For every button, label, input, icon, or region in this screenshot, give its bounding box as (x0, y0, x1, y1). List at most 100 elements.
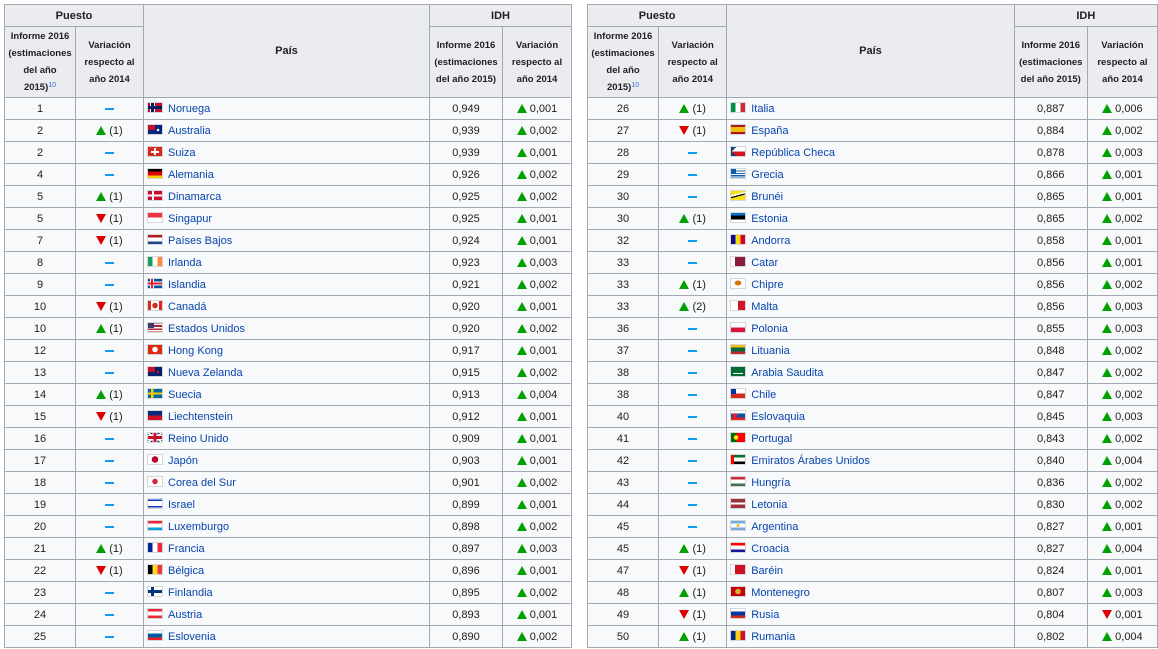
flag-cz-icon[interactable] (730, 146, 747, 157)
flag-lv-icon[interactable] (730, 498, 747, 509)
country-link[interactable]: Bélgica (168, 565, 204, 577)
flag-ad-icon[interactable] (730, 234, 747, 245)
flag-me-icon[interactable] (730, 586, 747, 597)
flag-nz-icon[interactable] (147, 366, 163, 377)
country-link[interactable]: Chile (751, 389, 776, 401)
flag-lu-icon[interactable] (147, 520, 163, 531)
country-link[interactable]: Francia (168, 543, 205, 555)
country-link[interactable]: República Checa (751, 147, 835, 159)
flag-cy-icon[interactable] (730, 278, 747, 289)
country-link[interactable]: Australia (168, 125, 211, 137)
flag-gb-icon[interactable] (147, 432, 163, 443)
flag-ie-icon[interactable] (147, 256, 163, 267)
flag-ru-icon[interactable] (730, 608, 747, 619)
country-link[interactable]: Alemania (168, 169, 214, 181)
flag-jp-icon[interactable] (147, 454, 163, 465)
flag-kr-icon[interactable] (147, 476, 163, 487)
flag-mt-icon[interactable] (730, 300, 747, 311)
flag-bh-icon[interactable] (730, 564, 747, 575)
country-link[interactable]: Países Bajos (168, 235, 232, 247)
flag-ae-icon[interactable] (730, 454, 747, 465)
country-link[interactable]: Polonia (751, 323, 788, 335)
flag-us-icon[interactable] (147, 322, 163, 333)
flag-bn-icon[interactable] (730, 190, 747, 201)
country-link[interactable]: Noruega (168, 103, 210, 115)
country-link[interactable]: Luxemburgo (168, 521, 229, 533)
country-link[interactable]: Brunéi (751, 191, 783, 203)
country-link[interactable]: Suiza (168, 147, 196, 159)
country-link[interactable]: Israel (168, 499, 195, 511)
country-link[interactable]: Hungría (751, 477, 790, 489)
country-link[interactable]: Irlanda (168, 257, 202, 269)
country-link[interactable]: Catar (751, 257, 778, 269)
country-link[interactable]: Singapur (168, 213, 212, 225)
flag-sk-icon[interactable] (730, 410, 747, 421)
country-link[interactable]: Dinamarca (168, 191, 221, 203)
country-link[interactable]: Portugal (751, 433, 792, 445)
country-link[interactable]: Rumania (751, 631, 795, 643)
country-link[interactable]: Estados Unidos (168, 323, 245, 335)
country-link[interactable]: Eslovaquia (751, 411, 805, 423)
flag-it-icon[interactable] (730, 102, 747, 113)
country-link[interactable]: Austria (168, 609, 202, 621)
country-link[interactable]: Estonia (751, 213, 788, 225)
country-link[interactable]: Letonia (751, 499, 787, 511)
flag-li-icon[interactable] (147, 410, 163, 421)
country-link[interactable]: Japón (168, 455, 198, 467)
country-link[interactable]: Nueva Zelanda (168, 367, 243, 379)
flag-sg-icon[interactable] (147, 212, 163, 223)
flag-hu-icon[interactable] (730, 476, 747, 487)
country-link[interactable]: Italia (751, 103, 774, 115)
flag-lt-icon[interactable] (730, 344, 747, 355)
flag-is-icon[interactable] (147, 278, 163, 289)
flag-fr-icon[interactable] (147, 542, 163, 553)
country-link[interactable]: Emiratos Árabes Unidos (751, 455, 870, 467)
country-link[interactable]: Croacia (751, 543, 789, 555)
country-link[interactable]: Argentina (751, 521, 798, 533)
country-link[interactable]: Suecia (168, 389, 202, 401)
flag-de-icon[interactable] (147, 168, 163, 179)
flag-ch-icon[interactable] (147, 146, 163, 157)
flag-au-icon[interactable] (147, 124, 163, 135)
flag-se-icon[interactable] (147, 388, 163, 399)
country-link[interactable]: Grecia (751, 169, 783, 181)
country-link[interactable]: Andorra (751, 235, 790, 247)
flag-hk-icon[interactable] (147, 344, 163, 355)
footnote-ref[interactable]: 10 (631, 82, 639, 89)
flag-gr-icon[interactable] (730, 168, 747, 179)
flag-ar-icon[interactable] (730, 520, 747, 531)
country-link[interactable]: Eslovenia (168, 631, 216, 643)
country-link[interactable]: Arabia Saudita (751, 367, 823, 379)
country-link[interactable]: Montenegro (751, 587, 810, 599)
country-link[interactable]: Corea del Sur (168, 477, 236, 489)
footnote-ref[interactable]: 10 (48, 82, 56, 89)
flag-il-icon[interactable] (147, 498, 163, 509)
country-link[interactable]: Liechtenstein (168, 411, 233, 423)
country-link[interactable]: Reino Unido (168, 433, 229, 445)
country-link[interactable]: Malta (751, 301, 778, 313)
country-link[interactable]: Baréin (751, 565, 783, 577)
country-link[interactable]: Lituania (751, 345, 790, 357)
flag-qa-icon[interactable] (730, 256, 747, 267)
flag-be-icon[interactable] (147, 564, 163, 575)
flag-no-icon[interactable] (147, 102, 163, 113)
flag-nl-icon[interactable] (147, 234, 163, 245)
flag-es-icon[interactable] (730, 124, 747, 135)
flag-si-icon[interactable] (147, 630, 163, 641)
flag-cl-icon[interactable] (730, 388, 747, 399)
country-link[interactable]: Islandia (168, 279, 206, 291)
flag-fi-icon[interactable] (147, 586, 163, 597)
flag-hr-icon[interactable] (730, 542, 747, 553)
flag-ro-icon[interactable] (730, 630, 747, 641)
flag-pl-icon[interactable] (730, 322, 747, 333)
country-link[interactable]: Canadá (168, 301, 207, 313)
country-link[interactable]: Finlandia (168, 587, 213, 599)
flag-pt-icon[interactable] (730, 432, 747, 443)
country-link[interactable]: Hong Kong (168, 345, 223, 357)
country-link[interactable]: Rusia (751, 609, 779, 621)
country-link[interactable]: España (751, 125, 788, 137)
country-link[interactable]: Chipre (751, 279, 783, 291)
flag-at-icon[interactable] (147, 608, 163, 619)
flag-ca-icon[interactable] (147, 300, 163, 311)
flag-dk-icon[interactable] (147, 190, 163, 201)
